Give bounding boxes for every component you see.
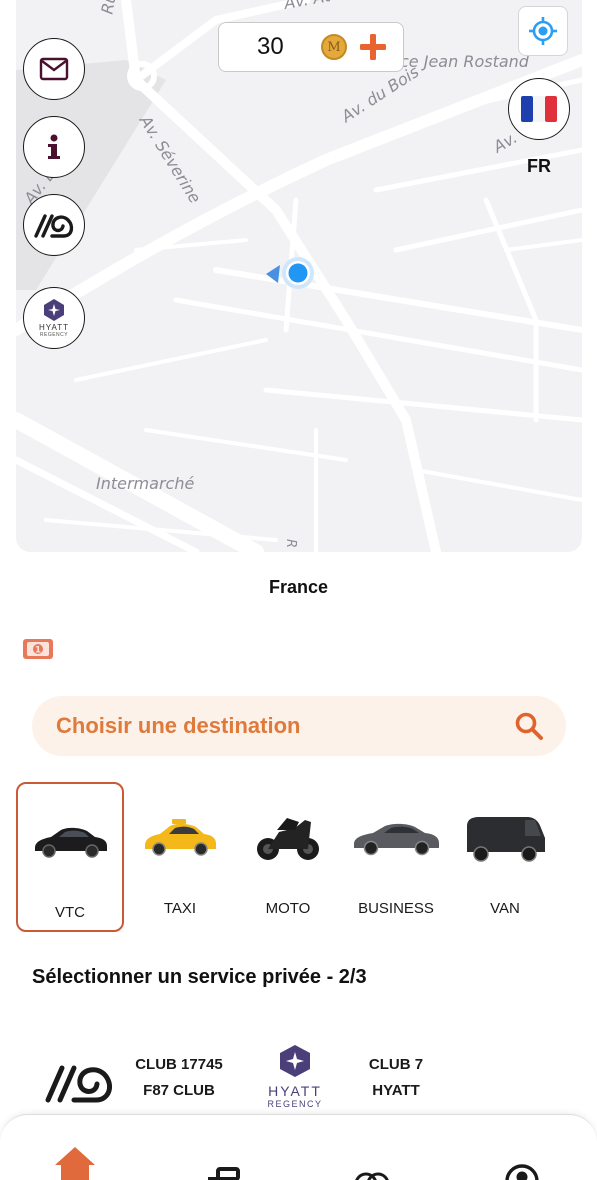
mail-icon xyxy=(39,57,69,81)
locate-icon xyxy=(529,17,557,45)
club-number: CLUB 7 xyxy=(368,1056,424,1073)
club-number: CLUB 17745 xyxy=(135,1056,223,1073)
hyatt-club-logo[interactable]: HYATT REGENCY xyxy=(262,1044,328,1109)
france-flag-icon xyxy=(521,96,557,122)
hyatt-logo-text: HYATT xyxy=(268,1083,322,1099)
coin-symbol: M xyxy=(327,39,341,55)
wallet-icon[interactable] xyxy=(354,1169,390,1180)
map-poi-label: Intermarché xyxy=(96,474,195,493)
vehicle-vtc[interactable]: VTC xyxy=(16,782,124,932)
bookings-icon[interactable] xyxy=(206,1167,240,1180)
vehicle-label: VTC xyxy=(55,904,85,921)
f87-club-logo[interactable] xyxy=(44,1060,118,1106)
club-name: F87 CLUB xyxy=(143,1082,215,1099)
motorcycle-icon xyxy=(257,818,319,860)
service-section-title: Sélectionner un service privée - 2/3 xyxy=(32,966,367,988)
hyatt-logo-text: HYATT xyxy=(38,322,70,332)
vehicle-label: TAXI xyxy=(163,900,197,917)
home-icon[interactable] xyxy=(53,1145,97,1180)
destination-search[interactable]: Choisir une destination xyxy=(32,696,566,756)
current-location-marker xyxy=(266,257,314,289)
hyatt-logo-subtext: REGENCY xyxy=(267,1099,323,1109)
mail-button[interactable] xyxy=(23,38,85,100)
map-street-label: R xyxy=(283,538,299,549)
club-name: HYATT xyxy=(372,1082,420,1099)
vehicle-business[interactable]: BUSINESS xyxy=(342,782,450,932)
cash-icon[interactable]: 1 xyxy=(22,638,54,660)
club-f87[interactable]: CLUB 17745 F87 CLUB xyxy=(130,1052,228,1104)
coin-icon: M xyxy=(321,34,347,60)
vehicle-moto[interactable]: MOTO xyxy=(234,782,342,932)
language-button[interactable] xyxy=(508,78,570,140)
info-button[interactable] xyxy=(23,116,85,178)
hyatt-logo-subtext: REGENCY xyxy=(39,331,69,338)
van-icon xyxy=(467,817,545,862)
locate-button[interactable] xyxy=(518,6,568,56)
business-car-icon xyxy=(354,823,439,856)
coin-balance[interactable]: 30 M xyxy=(218,22,404,72)
vehicle-label: MOTO xyxy=(265,900,311,917)
f87-club-button[interactable] xyxy=(23,194,85,256)
add-coins-icon[interactable] xyxy=(359,33,387,61)
vehicle-van[interactable]: VAN xyxy=(451,782,559,932)
svg-text:1: 1 xyxy=(35,646,41,656)
search-icon[interactable] xyxy=(514,711,544,741)
f87-club-logo xyxy=(34,214,74,238)
hyatt-button[interactable]: HYATT REGENCY xyxy=(23,287,85,349)
sedan-car-icon xyxy=(35,827,107,858)
hyatt-regency-logo xyxy=(44,298,64,321)
vehicle-taxi[interactable]: TAXI xyxy=(126,782,234,932)
map-street-label: ce Jean Rostand xyxy=(400,52,529,71)
taxi-car-icon xyxy=(145,819,216,856)
info-icon xyxy=(48,134,60,159)
search-input[interactable]: Choisir une destination xyxy=(56,713,514,739)
hyatt-regency-logo xyxy=(280,1045,310,1077)
vehicle-label: BUSINESS xyxy=(358,900,434,917)
bottom-navigation xyxy=(0,1114,597,1180)
map-view[interactable]: Ru Av. At ce Jean Rostand Av. du Bois Av… xyxy=(16,0,582,552)
profile-icon[interactable] xyxy=(504,1163,540,1180)
language-label: FR xyxy=(527,156,551,176)
coin-count: 30 xyxy=(257,33,284,60)
vehicle-label: VAN xyxy=(490,900,520,917)
club-hyatt[interactable]: CLUB 7 HYATT xyxy=(356,1052,436,1104)
current-country: France xyxy=(268,577,329,597)
